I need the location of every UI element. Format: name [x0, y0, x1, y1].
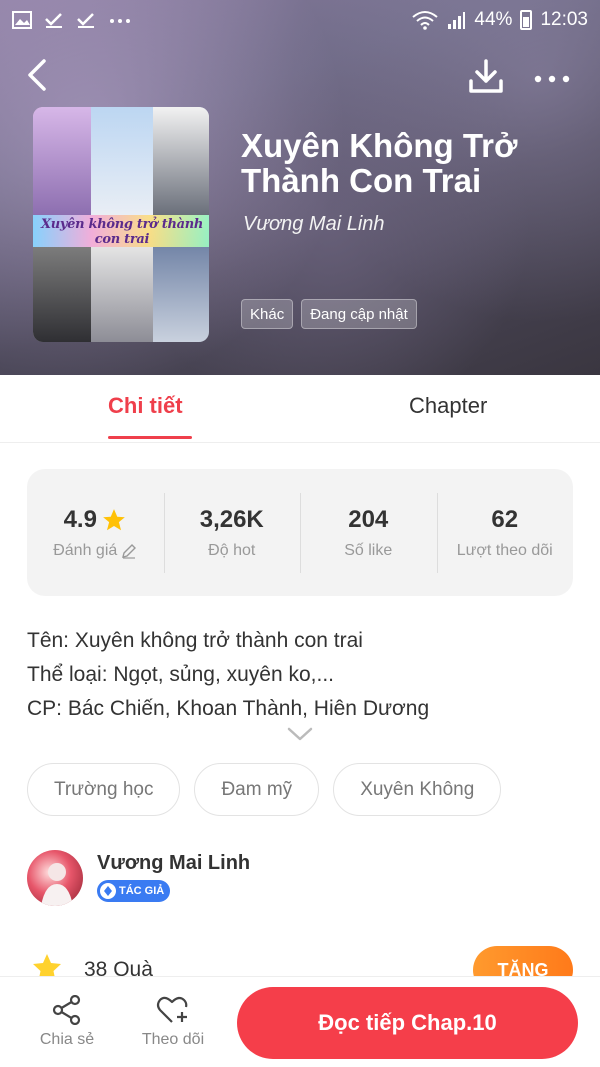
genre-chips: Trường học Đam mỹ Xuyên Không [27, 763, 502, 816]
follow-label: Theo dõi [141, 1031, 205, 1048]
battery-percent: 44% [474, 9, 513, 30]
cover-photo [153, 107, 209, 215]
chevron-down-icon[interactable] [287, 725, 313, 743]
hero-tags: Khác Đang cập nhật [241, 299, 417, 329]
status-bar: 44% 12:03 [0, 0, 600, 40]
continue-reading-button[interactable]: Đọc tiếp Chap.10 [237, 987, 578, 1059]
hot-value: 3,26K [199, 505, 264, 533]
active-tab-indicator [108, 436, 192, 439]
battery-icon [520, 10, 533, 30]
image-icon [12, 11, 32, 29]
check-icon [45, 13, 62, 28]
stats-panel: 4.9 Đánh giá 3,26K Độ hot 204 Số like 62… [27, 469, 573, 596]
stat-rating-label-row: Đánh giá [53, 542, 137, 560]
clock: 12:03 [540, 9, 588, 30]
book-title: Xuyên Không Trở Thành Con Trai [241, 127, 518, 199]
heart-plus-icon [156, 996, 188, 1023]
author-badge-label: TÁC GIẢ [119, 885, 165, 897]
stat-followers: 62 Lượt theo dõi [436, 489, 574, 577]
cover-photo [91, 247, 153, 342]
author-badge: TÁC GIẢ [97, 880, 171, 902]
rating-label: Đánh giá [53, 541, 118, 559]
description: Tên: Xuyên không trở thành con trai Thể … [27, 624, 573, 726]
genre-chip[interactable]: Xuyên Không [333, 763, 502, 816]
cover-photo [33, 107, 91, 215]
share-button[interactable]: Chia sẻ [27, 995, 107, 1049]
tag-category[interactable]: Khác [241, 299, 294, 329]
likes-value: 204 [348, 505, 389, 533]
status-icons-left [12, 11, 132, 29]
description-line: Thể loại: Ngọt, sủng, xuyên ko,... [27, 663, 335, 686]
author-name[interactable]: Vương Mai Linh [97, 852, 250, 875]
likes-label: Số like [344, 541, 393, 559]
rating-value: 4.9 [63, 505, 97, 533]
avatar-image [41, 863, 73, 906]
download-icon[interactable] [466, 57, 506, 97]
stat-hot: 3,26K Độ hot [163, 489, 301, 577]
cover-photo [91, 107, 153, 215]
back-arrow-icon[interactable] [20, 55, 56, 95]
genre-chip[interactable]: Đam mỹ [194, 763, 320, 816]
stat-rating-row: 4.9 [64, 506, 127, 534]
more-dots-icon [110, 19, 130, 23]
bottom-action-bar: Chia sẻ Theo dõi Đọc tiếp Chap.10 [0, 976, 600, 1067]
book-cover: Xuyên không trở thành con trai [33, 107, 209, 342]
follow-button[interactable]: Theo dõi [133, 995, 213, 1049]
star-icon [103, 508, 125, 530]
more-options-icon[interactable] [532, 57, 572, 97]
check-icon [77, 13, 94, 28]
wifi-icon [412, 11, 439, 30]
tab-details[interactable]: Chi tiết [108, 393, 183, 419]
followers-value: 62 [491, 505, 519, 533]
hero-header: 44% 12:03 Xuyên không trở thành con trai… [0, 0, 600, 375]
hot-label: Độ hot [208, 541, 256, 559]
stat-rating[interactable]: 4.9 Đánh giá [27, 489, 164, 577]
cover-title-text: Xuyên không trở thành con trai [40, 217, 204, 247]
tab-chapter[interactable]: Chapter [409, 393, 487, 419]
pen-nib-icon [100, 883, 116, 899]
signal-icon [448, 12, 466, 29]
status-icons-right: 44% 12:03 [412, 9, 588, 31]
description-line: Tên: Xuyên không trở thành con trai [27, 629, 363, 652]
share-icon [52, 995, 81, 1025]
edit-pencil-icon[interactable] [121, 543, 137, 559]
share-label: Chia sẻ [39, 1031, 95, 1048]
top-nav [0, 55, 600, 99]
tag-status: Đang cập nhật [301, 299, 417, 329]
tab-bar: Chi tiết Chapter [0, 375, 600, 443]
book-author[interactable]: Vương Mai Linh [243, 213, 385, 236]
description-line: CP: Bác Chiến, Khoan Thành, Hiên Dương [27, 697, 430, 720]
avatar[interactable] [27, 850, 83, 906]
cover-photo [153, 247, 209, 342]
stat-likes: 204 Số like [300, 489, 437, 577]
cover-photo [33, 247, 91, 342]
followers-label: Lượt theo dõi [456, 541, 553, 559]
genre-chip[interactable]: Trường học [27, 763, 181, 816]
